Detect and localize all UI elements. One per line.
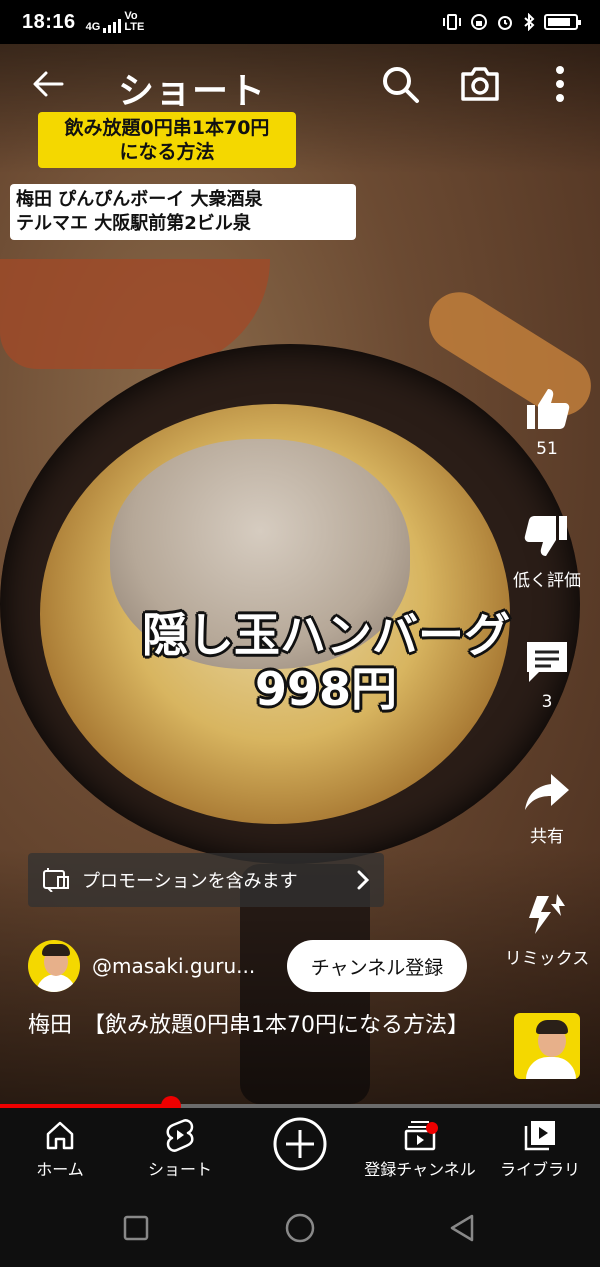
network-indicator: 4G Vo LTE bbox=[85, 10, 145, 33]
shorts-icon bbox=[166, 1119, 194, 1152]
nav-shorts-label: ショート bbox=[147, 1160, 212, 1179]
thumbs-down-icon bbox=[524, 516, 567, 556]
promotion-icon bbox=[43, 868, 69, 892]
home-icon bbox=[46, 1121, 74, 1150]
like-button[interactable]: 51 bbox=[492, 385, 600, 459]
subscribe-button[interactable]: チャンネル登録 bbox=[287, 940, 467, 992]
back-arrow-icon[interactable] bbox=[28, 64, 68, 104]
nav-create[interactable] bbox=[240, 1116, 360, 1176]
vibrate-icon bbox=[443, 14, 461, 30]
share-label: 共有 bbox=[530, 827, 564, 847]
status-bar: 18:16 4G Vo LTE bbox=[0, 0, 600, 44]
remix-label: リミックス bbox=[504, 949, 590, 969]
volte-label: Vo LTE bbox=[124, 10, 145, 33]
chevron-right-icon bbox=[357, 870, 370, 890]
camera-icon[interactable] bbox=[458, 62, 502, 106]
page-title: ショート bbox=[118, 71, 267, 112]
recent-apps-icon[interactable] bbox=[120, 1212, 152, 1244]
search-icon[interactable] bbox=[378, 62, 422, 106]
share-button[interactable]: 共有 bbox=[492, 768, 600, 847]
system-navigation-bar bbox=[0, 1188, 600, 1267]
signal-icon bbox=[103, 17, 122, 33]
nav-shorts[interactable]: ショート bbox=[120, 1118, 240, 1180]
dislike-label: 低く評価 bbox=[513, 571, 581, 591]
dislike-button[interactable]: 低く評価 bbox=[492, 512, 600, 591]
remix-icon bbox=[529, 894, 565, 934]
thumbs-up-icon bbox=[527, 389, 570, 429]
status-time: 18:16 bbox=[22, 10, 76, 33]
video-caption-shops: 梅田 ぴんぴんボーイ 大衆酒泉 テルマエ 大阪駅前第2ビル泉 bbox=[10, 184, 356, 240]
lock-rotation-icon bbox=[471, 14, 487, 30]
remix-button[interactable]: リミックス bbox=[492, 890, 600, 969]
share-icon bbox=[525, 774, 569, 810]
comment-icon bbox=[527, 642, 567, 682]
nav-home[interactable]: ホーム bbox=[0, 1118, 120, 1180]
video-description[interactable]: 梅田 【飲み放題0円串1本70円になる方法】 bbox=[28, 1010, 498, 1042]
promotion-notice[interactable]: プロモーションを含みます bbox=[28, 853, 384, 907]
nav-subscriptions[interactable]: 登録チャンネル bbox=[360, 1118, 480, 1180]
bluetooth-icon bbox=[524, 13, 535, 31]
network-type: 4G bbox=[85, 21, 101, 33]
nav-home-label: ホーム bbox=[36, 1160, 84, 1179]
battery-icon bbox=[544, 14, 581, 30]
comment-count: 3 bbox=[541, 692, 553, 712]
like-count: 51 bbox=[536, 439, 558, 459]
add-circle-icon bbox=[273, 1117, 327, 1171]
alarm-icon bbox=[498, 16, 512, 30]
promotion-label: プロモーションを含みます bbox=[82, 871, 298, 892]
library-icon bbox=[524, 1121, 555, 1151]
back-triangle-icon[interactable] bbox=[446, 1212, 478, 1244]
channel-avatar[interactable] bbox=[28, 940, 80, 992]
bottom-navigation: ホーム ショート 登録チャンネル ライブラリ bbox=[0, 1108, 600, 1188]
status-icons bbox=[442, 13, 581, 31]
channel-handle[interactable]: @masaki.guru... bbox=[92, 954, 255, 978]
nav-subscriptions-label: 登録チャンネル bbox=[364, 1160, 476, 1179]
sound-source-thumbnail[interactable] bbox=[514, 1013, 580, 1079]
shorts-header: ショート bbox=[0, 44, 600, 124]
video-overlay-text: 隠し玉ハンバーグ 998円 bbox=[142, 608, 510, 716]
new-content-badge bbox=[426, 1122, 438, 1134]
nav-library-label: ライブラリ bbox=[499, 1160, 580, 1179]
nav-library[interactable]: ライブラリ bbox=[480, 1118, 600, 1180]
home-circle-icon[interactable] bbox=[284, 1212, 316, 1244]
comment-button[interactable]: 3 bbox=[492, 638, 600, 712]
more-options-icon[interactable] bbox=[548, 62, 572, 106]
